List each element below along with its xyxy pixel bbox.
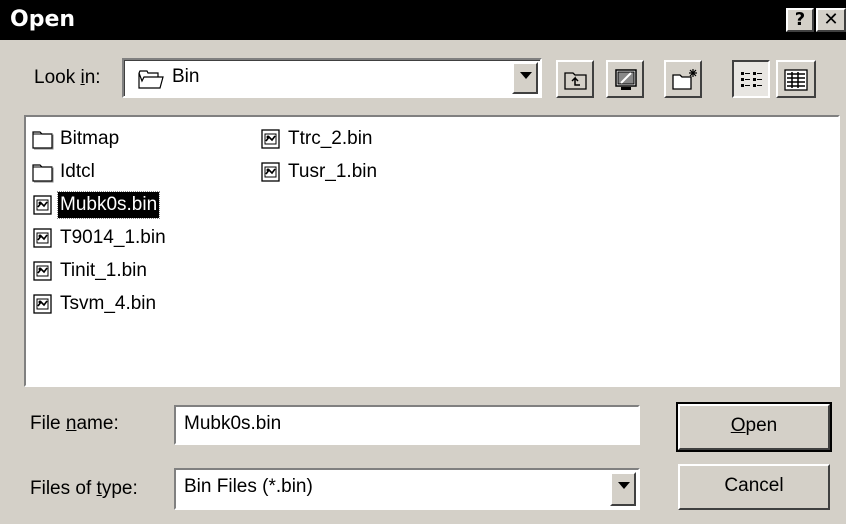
file-name-input[interactable]: Mubk0s.bin: [174, 405, 640, 445]
file-type-value: Bin Files (*.bin): [184, 476, 313, 497]
file-name: Tsvm_4.bin: [60, 293, 157, 314]
folder-icon: [32, 161, 54, 183]
file-type-dropdown-button[interactable]: [610, 472, 636, 506]
open-dialog: Open ? ✕ Look in: Bin Bitmap Idtcl Mubk0…: [0, 0, 846, 524]
details-view-icon: [784, 69, 808, 91]
new-folder-button[interactable]: [664, 60, 702, 98]
file-item[interactable]: Mubk0s.bin: [32, 191, 161, 219]
look-in-label: Look in:: [34, 67, 101, 88]
folder-icon: [138, 70, 164, 89]
file-name: Tinit_1.bin: [60, 260, 147, 281]
file-item[interactable]: Tsvm_4.bin: [32, 290, 158, 318]
file-type-label: Files of type:: [30, 478, 138, 499]
folder-icon: [32, 128, 54, 150]
file-item[interactable]: Tinit_1.bin: [32, 257, 149, 285]
file-name: Tusr_1.bin: [288, 161, 378, 182]
desktop-icon: [615, 69, 637, 90]
bin-file-icon: [260, 128, 282, 150]
folder-item[interactable]: Bitmap: [32, 125, 121, 153]
bin-file-icon: [32, 293, 54, 315]
file-list[interactable]: Bitmap Idtcl Mubk0s.bin T9014_1.bin Tinit_1.…: [24, 115, 840, 387]
new-folder-icon: [672, 69, 697, 90]
file-type-select[interactable]: Bin Files (*.bin): [174, 468, 640, 510]
file-name: Mubk0s.bin: [56, 191, 161, 219]
bin-file-icon: [260, 161, 282, 183]
file-name: Ttrc_2.bin: [288, 128, 373, 149]
folder-item[interactable]: Idtcl: [32, 158, 97, 186]
window-title: Open: [10, 7, 76, 32]
open-button[interactable]: Open: [676, 402, 832, 452]
file-name-label: File name:: [30, 413, 119, 434]
list-view-icon: [741, 72, 762, 87]
bin-file-icon: [32, 227, 54, 249]
title-bar[interactable]: Open ? ✕: [0, 0, 846, 40]
file-name: Idtcl: [60, 161, 95, 182]
bin-file-icon: [32, 194, 54, 216]
file-item[interactable]: Tusr_1.bin: [260, 158, 379, 186]
desktop-button[interactable]: [606, 60, 644, 98]
look-in-value: Bin: [172, 66, 200, 87]
up-folder-icon: [564, 72, 587, 90]
list-view-button[interactable]: [732, 60, 770, 98]
look-in-dropdown-button[interactable]: [512, 62, 538, 94]
cancel-button[interactable]: Cancel: [678, 464, 830, 510]
up-folder-button[interactable]: [556, 60, 594, 98]
file-name: T9014_1.bin: [60, 227, 166, 248]
details-view-button[interactable]: [776, 60, 816, 98]
close-button[interactable]: ✕: [816, 8, 846, 32]
look-in-select[interactable]: Bin: [122, 58, 542, 98]
file-item[interactable]: Ttrc_2.bin: [260, 125, 374, 153]
file-name: Bitmap: [60, 128, 120, 149]
help-button[interactable]: ?: [786, 8, 814, 32]
file-item[interactable]: T9014_1.bin: [32, 224, 168, 252]
bin-file-icon: [32, 260, 54, 282]
